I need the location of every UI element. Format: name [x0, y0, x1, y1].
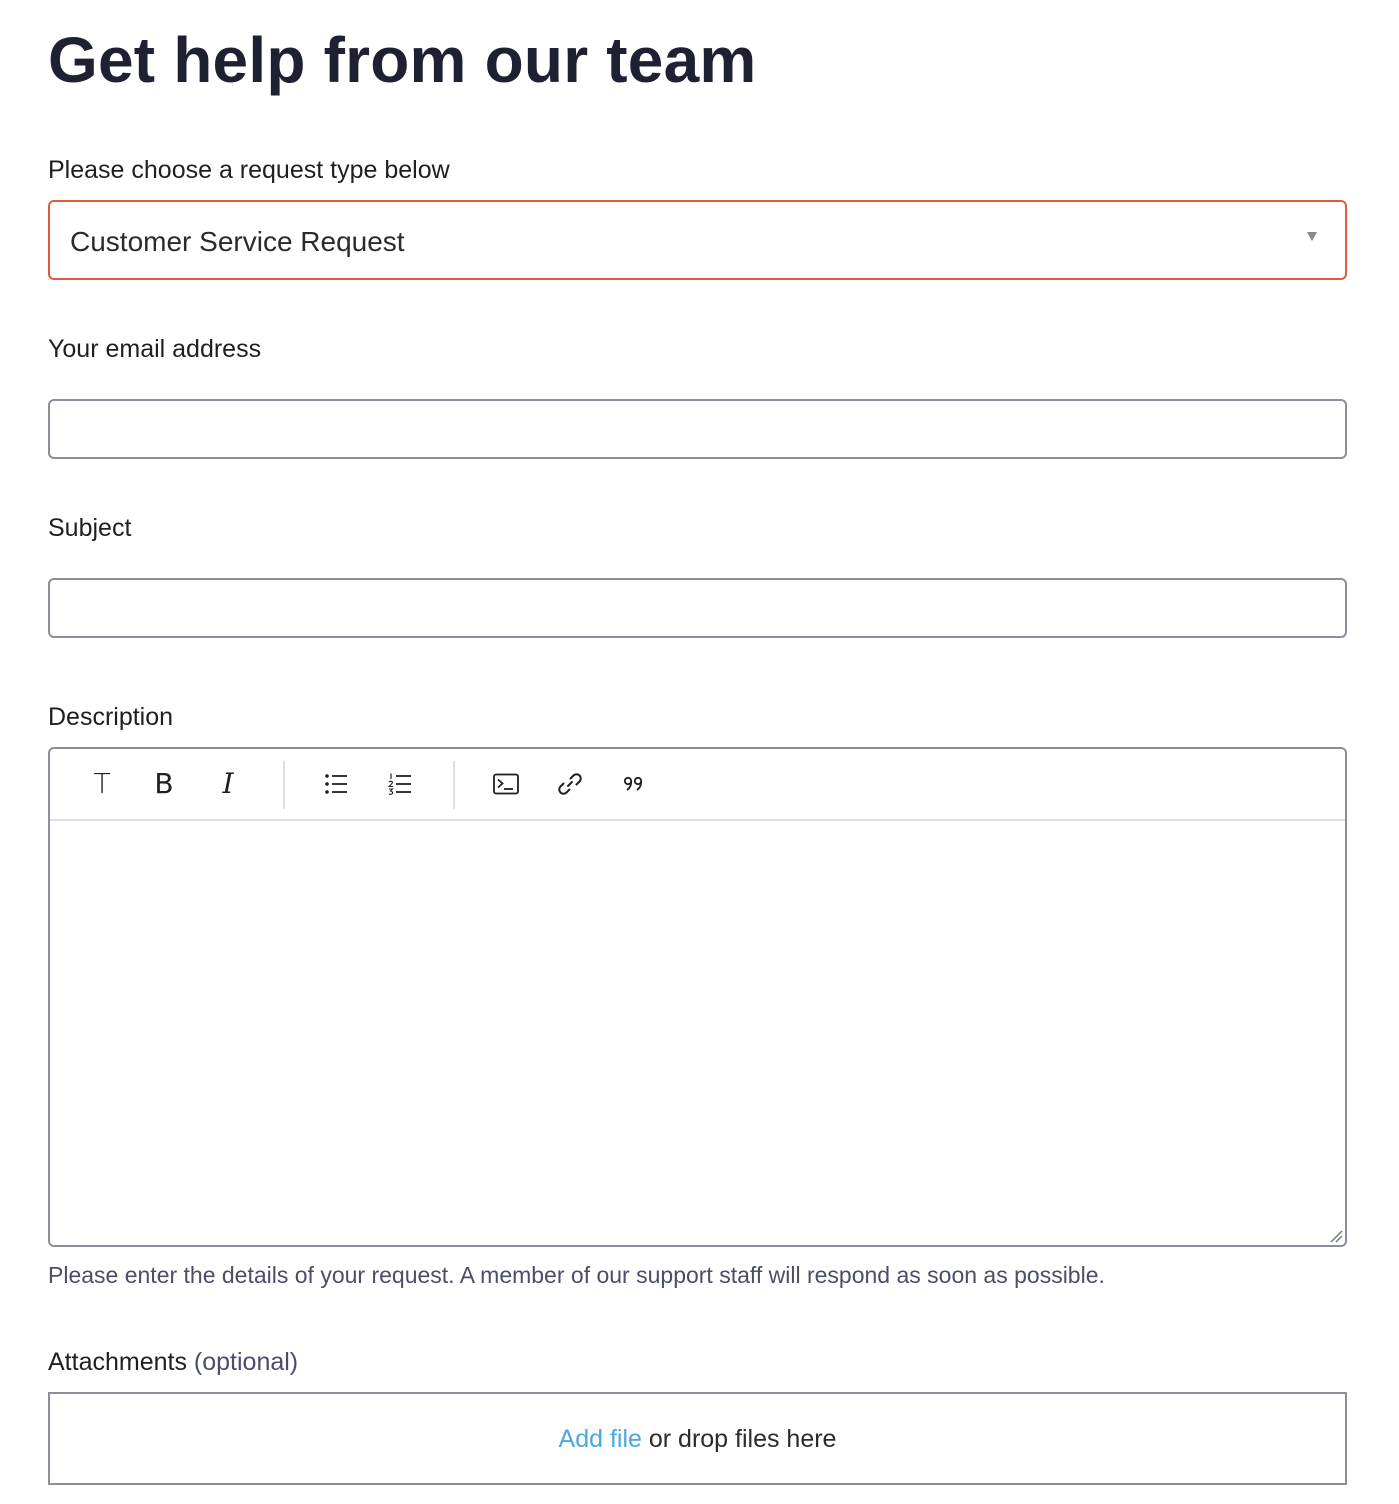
subject-label: Subject — [48, 514, 132, 542]
toolbar-divider — [453, 761, 455, 809]
description-label: Description — [48, 703, 174, 731]
blockquote-button[interactable] — [610, 759, 658, 809]
quote-icon — [623, 776, 643, 791]
request-type-label: Please choose a request type below — [48, 156, 450, 184]
resize-handle-icon[interactable] — [1329, 1229, 1343, 1243]
file-dropzone[interactable]: Add file or drop files here — [48, 1392, 1347, 1485]
description-editor: T B I — [48, 747, 1347, 1247]
toolbar-divider — [283, 761, 285, 809]
text-style-icon: T — [93, 767, 111, 800]
subject-field[interactable] — [48, 578, 1347, 638]
link-button[interactable] — [546, 759, 594, 809]
attachments-label: Attachments (optional) — [48, 1347, 298, 1377]
italic-button[interactable]: I — [204, 759, 252, 809]
bulleted-list-button[interactable] — [312, 759, 360, 809]
request-type-select[interactable]: Customer Service Request — [48, 200, 1347, 280]
email-field[interactable] — [48, 399, 1347, 459]
bold-button[interactable]: B — [140, 759, 188, 809]
numbered-list-button[interactable] — [376, 759, 424, 809]
page-title: Get help from our team — [48, 24, 757, 96]
editor-toolbar: T B I — [50, 749, 1345, 821]
bold-icon: B — [154, 767, 174, 800]
text-style-button[interactable]: T — [78, 759, 126, 809]
attachments-label-text: Attachments — [48, 1348, 187, 1376]
numbered-list-icon — [388, 773, 411, 795]
description-textarea[interactable] — [50, 821, 1345, 1245]
description-hint: Please enter the details of your request… — [48, 1262, 1105, 1288]
request-type-selected-value: Customer Service Request — [70, 226, 405, 257]
add-file-link[interactable]: Add file — [559, 1425, 642, 1453]
optional-tag: (optional) — [193, 1348, 299, 1376]
drop-files-text: or drop files here — [648, 1425, 837, 1453]
italic-icon: I — [222, 767, 234, 800]
dropdown-arrow-icon — [1307, 232, 1317, 241]
dropzone-text: Add file or drop files here — [50, 1424, 1345, 1454]
code-block-icon — [493, 773, 519, 795]
link-icon — [558, 773, 582, 795]
bulleted-list-icon — [325, 774, 347, 794]
email-label: Your email address — [48, 335, 262, 363]
code-block-button[interactable] — [482, 759, 530, 809]
